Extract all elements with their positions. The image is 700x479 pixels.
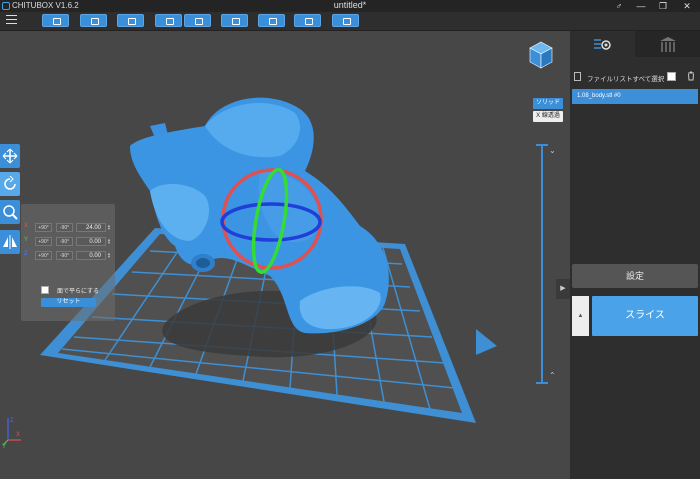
- minimize-button[interactable]: —: [630, 0, 652, 12]
- axis-z-label: Z: [10, 418, 14, 424]
- slice-options-toggle[interactable]: ▲: [572, 296, 589, 336]
- arrange-button[interactable]: [258, 14, 285, 27]
- select-all-checkbox[interactable]: [667, 72, 676, 81]
- trash-icon[interactable]: [686, 71, 696, 81]
- rotate-y-input[interactable]: 0.00: [76, 237, 106, 246]
- flatten-option: 面で平らにする: [41, 286, 111, 296]
- slice-preview-button[interactable]: [332, 14, 359, 27]
- flatten-checkbox[interactable]: [41, 286, 49, 294]
- xray-view-button[interactable]: X 線透過: [533, 111, 563, 122]
- spinner-icon[interactable]: ▲ ▼: [107, 252, 111, 259]
- panel-tabs: [570, 31, 700, 57]
- rotate-icon: [4, 176, 16, 190]
- support-icon: [660, 37, 676, 52]
- rotate-z-input[interactable]: 0.00: [76, 251, 106, 260]
- rotate-y-plus90-button[interactable]: +90°: [35, 237, 52, 246]
- spinner-icon[interactable]: ▲ ▼: [107, 224, 111, 231]
- slice-button[interactable]: スライス: [592, 296, 698, 336]
- solid-view-button[interactable]: ソリッド: [533, 98, 563, 109]
- account-icon[interactable]: ♂: [608, 0, 630, 12]
- layer-slider[interactable]: [536, 144, 548, 384]
- panel-collapse-handle[interactable]: ▶: [556, 279, 570, 299]
- scale-tool-button[interactable]: [0, 200, 20, 224]
- rotate-x-plus90-button[interactable]: +90°: [35, 223, 52, 232]
- rotate-row-z: Z +90° -90° 0.00 ▲ ▼: [21, 251, 115, 261]
- rotate-z-minus90-button[interactable]: -90°: [56, 251, 73, 260]
- layer-slider-top-handle[interactable]: [536, 144, 548, 146]
- reset-button[interactable]: リセット: [41, 298, 96, 307]
- cut-button[interactable]: [117, 14, 144, 27]
- menu-icon[interactable]: [6, 15, 17, 26]
- hollow-button[interactable]: [294, 14, 321, 27]
- layer-slider-track: [541, 145, 543, 383]
- rotate-x-input[interactable]: 24.00: [76, 223, 106, 232]
- redo-button[interactable]: [184, 14, 211, 27]
- chevron-up-icon[interactable]: ⌃: [549, 371, 556, 380]
- save-file-button[interactable]: [80, 14, 107, 27]
- rotate-z-plus90-button[interactable]: +90°: [35, 251, 52, 260]
- layer-slider-bottom-handle[interactable]: [536, 382, 548, 384]
- close-button[interactable]: ✕: [676, 0, 698, 12]
- view-cube-icon[interactable]: [528, 38, 554, 70]
- axis-label: Y: [24, 237, 29, 243]
- undo-button[interactable]: [155, 14, 182, 27]
- file-list-header: ファイルリストすべて選択: [574, 71, 698, 83]
- rotate-y-minus90-button[interactable]: -90°: [56, 237, 73, 246]
- move-tool-button[interactable]: [0, 144, 20, 168]
- gear-list-icon: [594, 39, 611, 50]
- tab-model-settings[interactable]: [570, 31, 635, 57]
- rotate-row-x: X +90° -90° 24.00 ▲ ▼: [21, 223, 115, 233]
- file-icon: [574, 72, 581, 81]
- right-panel: ファイルリストすべて選択 1.08_body.stl #0 設定 ▲ スライス: [570, 31, 700, 479]
- main-toolbar: [0, 12, 700, 31]
- axis-indicator: X Y Z: [2, 418, 21, 448]
- flatten-label: 面で平らにする: [57, 289, 100, 295]
- move-icon: [2, 148, 18, 164]
- copy-button[interactable]: [221, 14, 248, 27]
- chevron-down-icon[interactable]: ⌄: [549, 146, 556, 155]
- mirror-icon: [3, 235, 17, 249]
- axis-label: Z: [24, 251, 28, 257]
- scale-icon: [3, 205, 18, 220]
- restore-button[interactable]: ❐: [652, 0, 674, 12]
- open-file-button[interactable]: [42, 14, 69, 27]
- settings-button[interactable]: 設定: [572, 264, 698, 288]
- title-bar: CHITUBOX V1.6.2 untitled* ♂ — ❐ ✕: [0, 0, 700, 12]
- 3d-viewport[interactable]: X +90° -90° 24.00 ▲ ▼ Y +90° -90° 0.00 ▲ ▼…: [0, 31, 570, 479]
- rotate-panel: X +90° -90° 24.00 ▲ ▼ Y +90° -90° 0.00 ▲ ▼…: [21, 204, 115, 321]
- rotate-tool-button[interactable]: [0, 172, 20, 196]
- tab-supports[interactable]: [635, 31, 700, 57]
- mirror-tool-button[interactable]: [0, 230, 20, 254]
- rotate-row-y: Y +90° -90° 0.00 ▲ ▼: [21, 237, 115, 247]
- file-list-label: ファイルリストすべて選択: [587, 76, 665, 83]
- axis-label: X: [24, 223, 29, 229]
- rotate-x-minus90-button[interactable]: -90°: [56, 223, 73, 232]
- axis-x-label: X: [16, 432, 20, 438]
- document-title: untitled*: [333, 0, 367, 10]
- spinner-icon[interactable]: ▲ ▼: [107, 238, 111, 245]
- axis-y-label: Y: [2, 444, 6, 448]
- file-list-item[interactable]: 1.08_body.stl #0: [572, 89, 698, 104]
